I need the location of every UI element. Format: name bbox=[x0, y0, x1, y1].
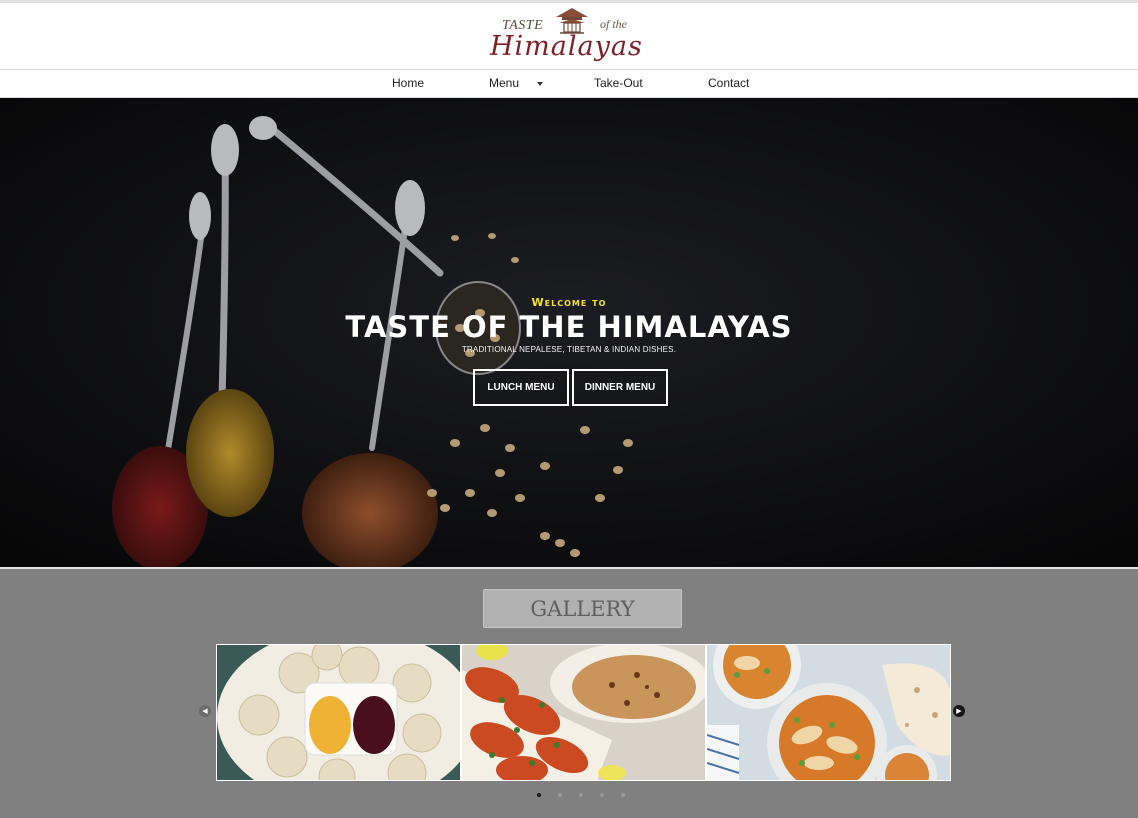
curry-bowls-image bbox=[707, 645, 950, 780]
nav-menu[interactable]: Menu bbox=[489, 76, 519, 90]
lunch-menu-button[interactable]: LUNCH MENU bbox=[473, 369, 569, 406]
hero-content: Welcome to TASTE OF THE HIMALAYAS TRADIT… bbox=[0, 98, 1138, 567]
nav-contact[interactable]: Contact bbox=[708, 76, 749, 90]
gallery-title: GALLERY bbox=[483, 589, 682, 628]
tandoori-chicken-image bbox=[462, 645, 705, 780]
carousel-dot-2[interactable] bbox=[558, 793, 562, 797]
gallery-section: GALLERY ◀ ▶ bbox=[0, 569, 1138, 818]
caret-down-icon[interactable] bbox=[537, 82, 543, 86]
logo-line-3: Himalayas bbox=[490, 31, 643, 62]
carousel-dot-4[interactable] bbox=[600, 793, 604, 797]
nav-take-out[interactable]: Take-Out bbox=[594, 76, 643, 90]
carousel-dot-5[interactable] bbox=[621, 793, 625, 797]
carousel-dot-3[interactable] bbox=[579, 793, 583, 797]
main-nav: Home Menu Take-Out Contact bbox=[0, 69, 1138, 98]
gallery-slide-2[interactable] bbox=[461, 644, 706, 781]
site-header: TASTE of the Himalayas bbox=[0, 3, 1138, 69]
momo-dumplings-image bbox=[217, 645, 460, 780]
hero-banner: Welcome to TASTE OF THE HIMALAYAS TRADIT… bbox=[0, 98, 1138, 567]
site-logo[interactable]: TASTE of the Himalayas bbox=[486, 5, 654, 67]
chevron-right-icon[interactable]: ▶ bbox=[953, 705, 965, 717]
chevron-left-icon[interactable]: ◀ bbox=[199, 705, 211, 717]
hero-title: TASTE OF THE HIMALAYAS bbox=[345, 310, 793, 344]
hero-welcome: Welcome to bbox=[531, 296, 607, 309]
gallery-slide-3[interactable] bbox=[706, 644, 951, 781]
carousel-dot-1[interactable] bbox=[537, 793, 541, 797]
nav-home[interactable]: Home bbox=[392, 76, 424, 90]
dinner-menu-button[interactable]: DINNER MENU bbox=[572, 369, 668, 406]
gallery-slide-1[interactable] bbox=[216, 644, 461, 781]
logo-line-2: of the bbox=[600, 17, 627, 31]
hero-subtitle: TRADITIONAL NEPALESE, TIBETAN & INDIAN D… bbox=[461, 345, 677, 354]
